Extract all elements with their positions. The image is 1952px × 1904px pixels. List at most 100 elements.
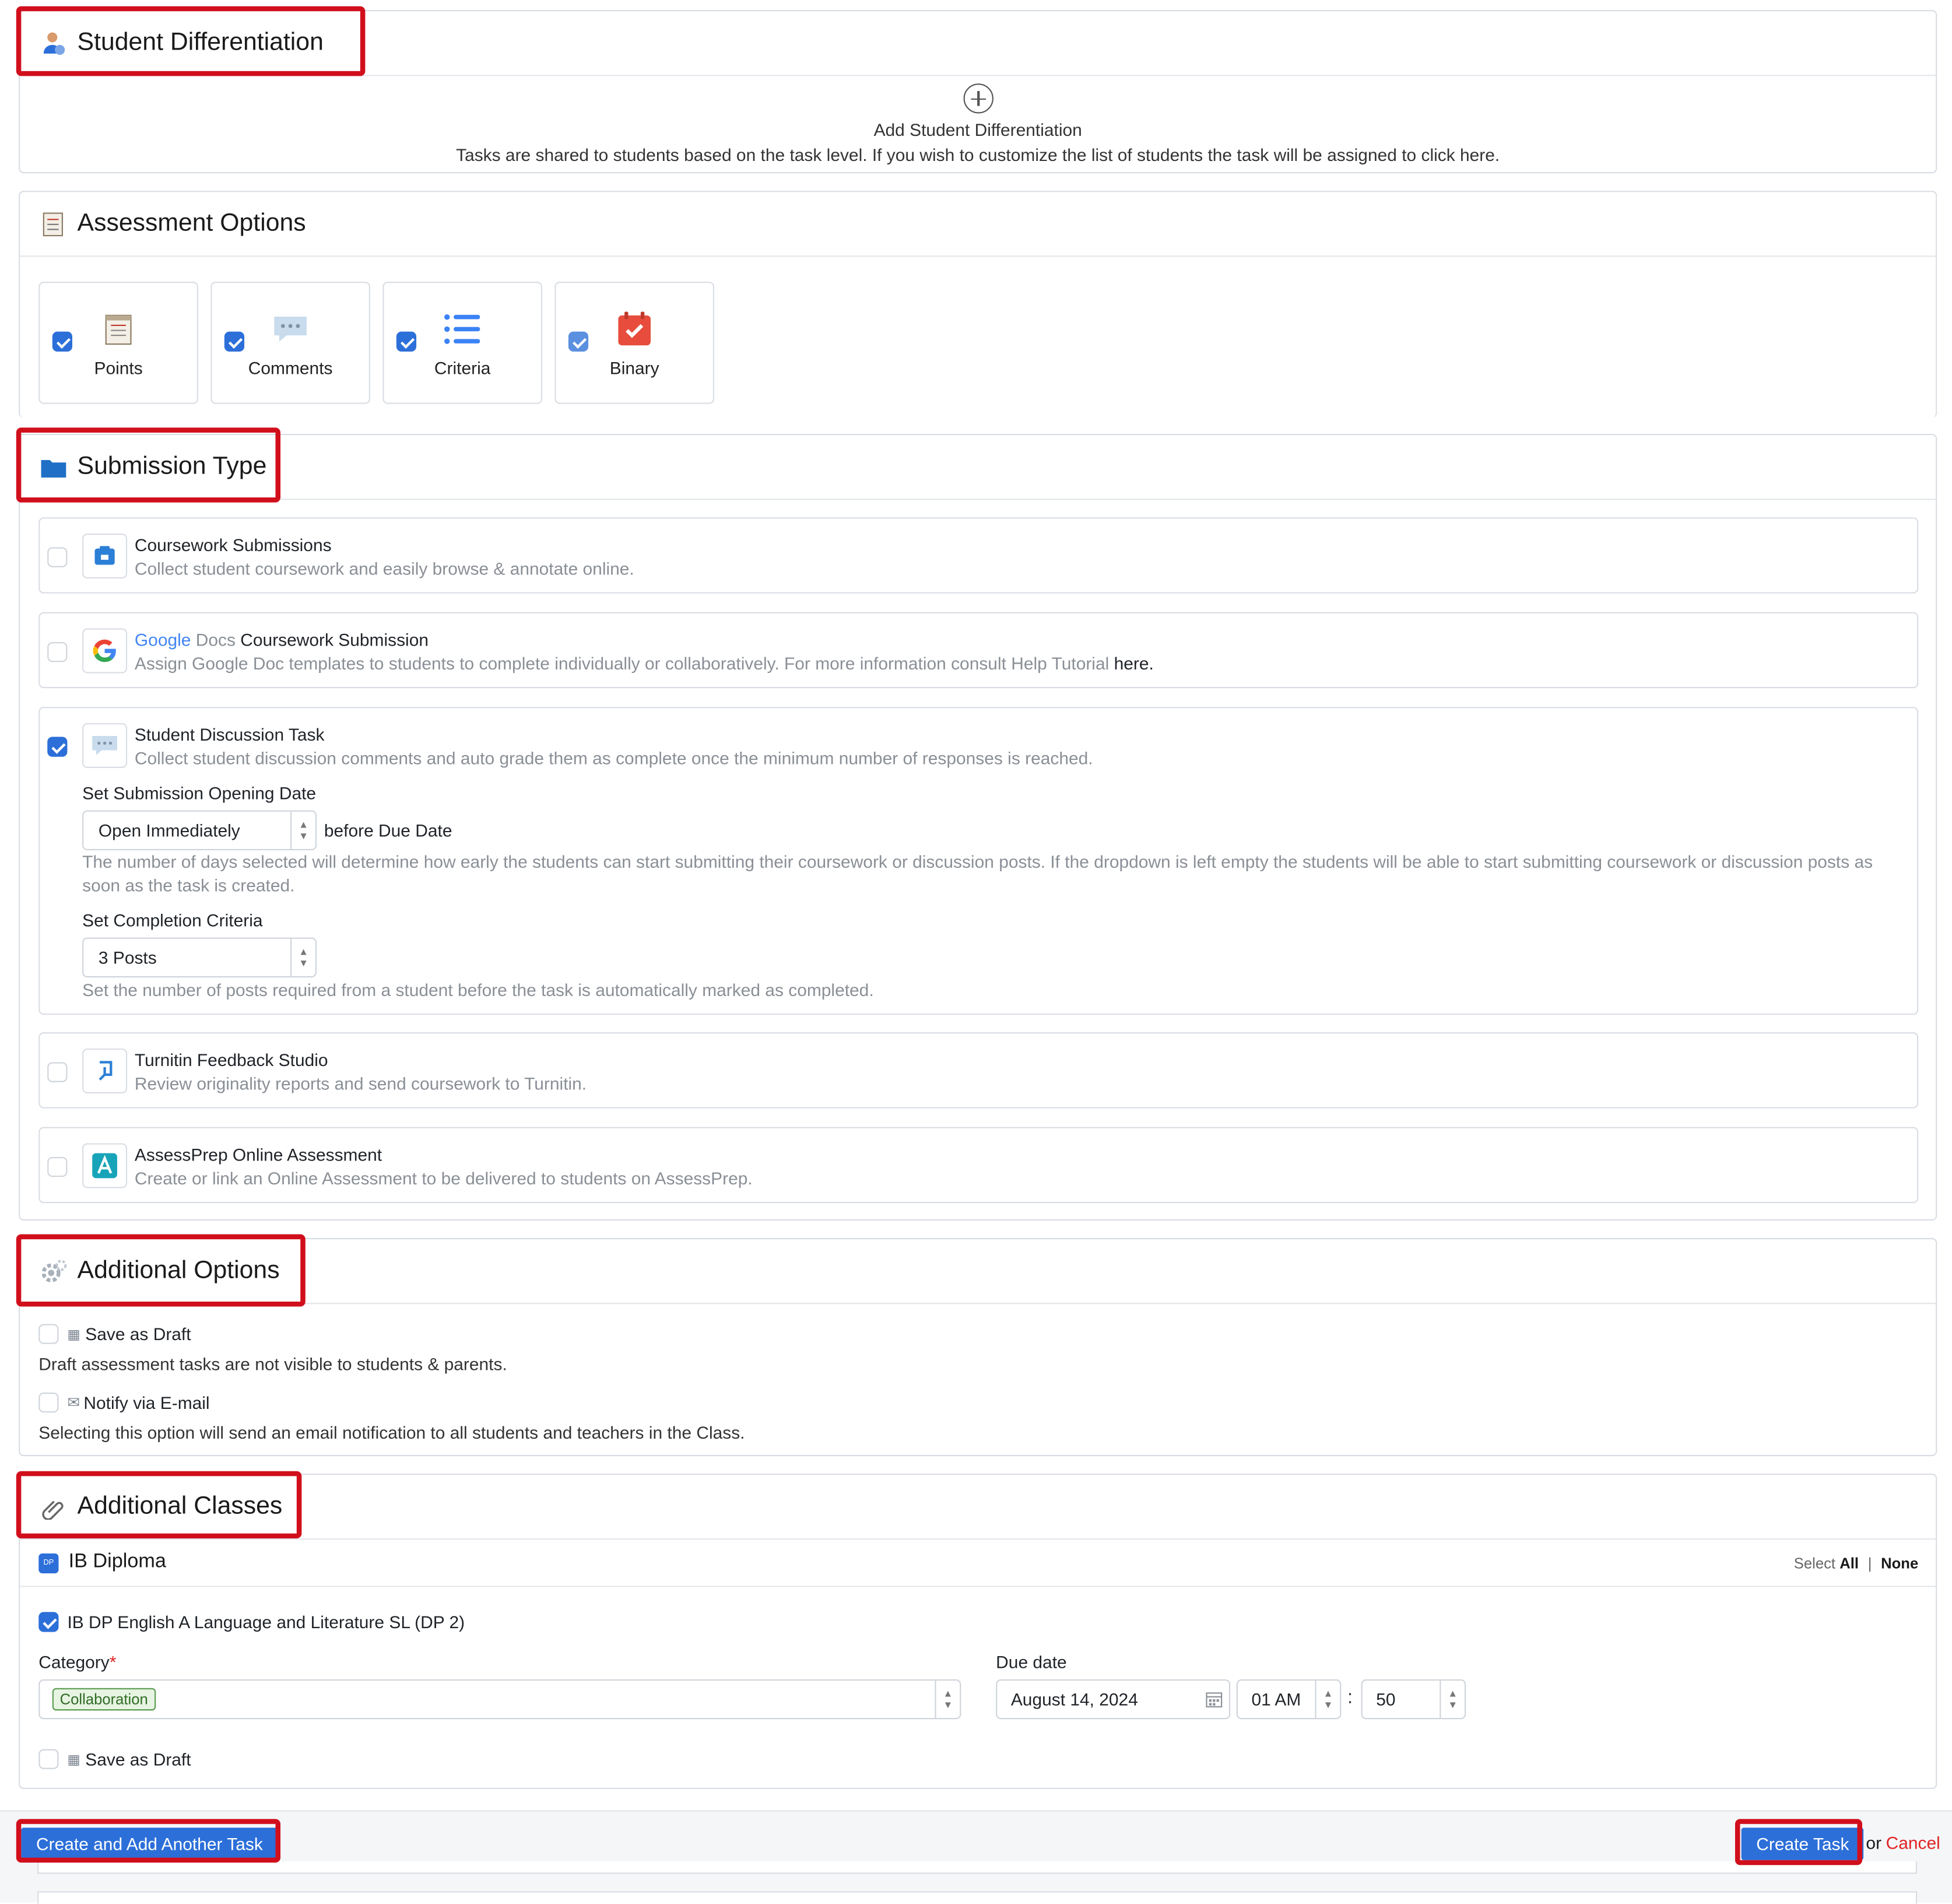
- coursework-checkbox[interactable]: [47, 547, 68, 567]
- panel-header: Student Differentiation: [20, 11, 1936, 76]
- submission-title: Turnitin Feedback Studio: [134, 1050, 328, 1070]
- submission-assessprep[interactable]: AssessPrep Online Assessment Create or l…: [38, 1127, 1919, 1204]
- submission-description: Review originality reports and send cour…: [134, 1073, 587, 1093]
- additional-classes-panel: Additional Classes DP IB Diploma Select …: [19, 1473, 1937, 1789]
- due-date-label: Due date: [996, 1651, 1067, 1672]
- select-arrows-icon: ▲ ▼: [1315, 1680, 1340, 1719]
- opening-date-suffix: before Due Date: [324, 820, 452, 840]
- create-task-button[interactable]: Create Task: [1741, 1828, 1865, 1860]
- google-docs-checkbox[interactable]: [47, 642, 68, 662]
- option-card-binary[interactable]: Binary: [554, 282, 715, 404]
- hour-select[interactable]: 01 AM ▲ ▼: [1236, 1679, 1342, 1720]
- submission-turnitin[interactable]: Turnitin Feedback Studio Review original…: [38, 1032, 1919, 1109]
- google-icon: [82, 628, 128, 674]
- submission-title: Google Docs Coursework Submission: [135, 630, 429, 650]
- notify-email-label: Notify via E-mail: [83, 1393, 210, 1413]
- list-icon: [444, 310, 481, 348]
- class-save-draft-option[interactable]: ▦ Save as Draft: [38, 1749, 191, 1769]
- student-icon: [40, 29, 67, 57]
- due-date-input[interactable]: August 14, 2024: [996, 1679, 1231, 1720]
- save-draft-option[interactable]: ▦ Save as Draft: [38, 1324, 191, 1344]
- folder-icon: [40, 453, 67, 481]
- select-controls: Select All | None: [1794, 1555, 1918, 1572]
- submission-google-docs[interactable]: Google Docs Coursework Submission Assign…: [38, 612, 1919, 689]
- google-docs-title: Coursework Submission: [240, 629, 429, 650]
- help-tutorial-link[interactable]: here: [1114, 653, 1149, 673]
- category-tag[interactable]: Collaboration: [52, 1688, 156, 1711]
- assessprep-icon: [82, 1143, 128, 1188]
- footer-under-panel-2: [37, 1891, 1918, 1904]
- hour-value: 01 AM: [1251, 1689, 1301, 1710]
- link-suffix: .: [1149, 653, 1154, 674]
- submission-coursework[interactable]: Coursework Submissions Collect student c…: [38, 517, 1919, 594]
- draft-icon: ▦: [67, 1752, 80, 1768]
- discussion-checkbox[interactable]: [47, 737, 68, 757]
- due-date-value: August 14, 2024: [1010, 1689, 1138, 1710]
- plus-circle-icon[interactable]: [963, 83, 993, 114]
- google-wordmark: Google: [134, 629, 191, 650]
- opening-date-value: Open Immediately: [98, 820, 240, 840]
- save-draft-label: Save as Draft: [85, 1324, 191, 1344]
- minute-select[interactable]: 50 ▲ ▼: [1361, 1679, 1466, 1720]
- completion-criteria-select[interactable]: 3 Posts ▲ ▼: [82, 937, 317, 978]
- select-arrows-icon: ▲ ▼: [290, 811, 315, 849]
- draft-icon: ▦: [67, 1327, 80, 1342]
- submission-title: Student Discussion Task: [134, 724, 325, 745]
- comments-checkbox[interactable]: [224, 331, 245, 352]
- option-label: Points: [94, 357, 143, 378]
- notepad-icon: [100, 310, 137, 348]
- assessprep-checkbox[interactable]: [47, 1156, 68, 1177]
- notepad-icon: [40, 210, 67, 237]
- panel-header: Assessment Options: [20, 192, 1936, 257]
- select-arrows-icon: ▲ ▼: [935, 1680, 960, 1719]
- panel-header: Submission Type: [20, 435, 1936, 500]
- submission-discussion[interactable]: Student Discussion Task Collect student …: [38, 707, 1919, 1015]
- option-card-points[interactable]: Points: [38, 282, 198, 404]
- add-differentiation-label[interactable]: Add Student Differentiation: [20, 120, 1936, 139]
- dp-program-icon: DP: [38, 1553, 59, 1574]
- points-checkbox[interactable]: [52, 331, 72, 352]
- google-docs-description: Assign Google Doc templates to students …: [134, 653, 1110, 674]
- submission-description: Create or link an Online Assessment to b…: [134, 1168, 753, 1188]
- panel-title: Student Differentiation: [77, 29, 324, 57]
- gear-icon: [40, 1257, 67, 1285]
- criteria-checkbox[interactable]: [396, 331, 417, 352]
- panel-title: Additional Options: [77, 1257, 280, 1285]
- select-separator: |: [1867, 1554, 1872, 1572]
- envelope-icon: ✉: [67, 1394, 80, 1412]
- select-arrows-icon: ▲ ▼: [1440, 1680, 1465, 1719]
- select-none-link[interactable]: None: [1881, 1555, 1918, 1572]
- binary-checkbox[interactable]: [568, 331, 589, 352]
- opening-date-label: Set Submission Opening Date: [82, 783, 317, 803]
- turnitin-checkbox[interactable]: [47, 1062, 68, 1082]
- category-select[interactable]: Collaboration ▲ ▼: [38, 1679, 961, 1720]
- panel-title: Submission Type: [77, 453, 267, 481]
- assessment-options-panel: Assessment Options Points Comments Crite…: [19, 191, 1937, 418]
- speech-bubble-icon: [272, 310, 309, 348]
- option-label: Criteria: [434, 357, 491, 378]
- create-and-add-another-button[interactable]: Create and Add Another Task: [21, 1828, 278, 1860]
- panel-header: Additional Classes: [20, 1475, 1936, 1540]
- option-card-criteria[interactable]: Criteria: [382, 282, 542, 404]
- class-option[interactable]: IB DP English A Language and Literature …: [38, 1612, 465, 1632]
- submission-title: AssessPrep Online Assessment: [134, 1144, 382, 1165]
- required-mark: *: [109, 1651, 117, 1672]
- panel-title: Assessment Options: [77, 209, 306, 237]
- calendar-icon[interactable]: [1205, 1691, 1223, 1712]
- select-all-link[interactable]: All: [1839, 1555, 1859, 1572]
- save-draft-checkbox[interactable]: [38, 1324, 59, 1344]
- submission-type-panel: Submission Type Coursework Submissions C…: [19, 433, 1937, 1221]
- notify-email-option[interactable]: ✉ Notify via E-mail: [38, 1393, 210, 1413]
- class-checkbox[interactable]: [38, 1612, 59, 1632]
- paperclip-icon: [40, 1493, 67, 1520]
- notify-email-checkbox[interactable]: [38, 1393, 59, 1413]
- opening-date-select[interactable]: Open Immediately ▲ ▼: [82, 810, 317, 851]
- category-label-text: Category: [38, 1651, 110, 1672]
- time-separator: :: [1347, 1686, 1353, 1708]
- cancel-link[interactable]: Cancel: [1886, 1833, 1940, 1853]
- class-save-draft-checkbox[interactable]: [38, 1749, 59, 1769]
- discussion-icon: [82, 723, 128, 768]
- program-name: IB Diploma: [68, 1551, 166, 1572]
- option-card-comments[interactable]: Comments: [210, 282, 370, 404]
- add-student-differentiation[interactable]: Add Student Differentiation Tasks are sh…: [20, 76, 1936, 164]
